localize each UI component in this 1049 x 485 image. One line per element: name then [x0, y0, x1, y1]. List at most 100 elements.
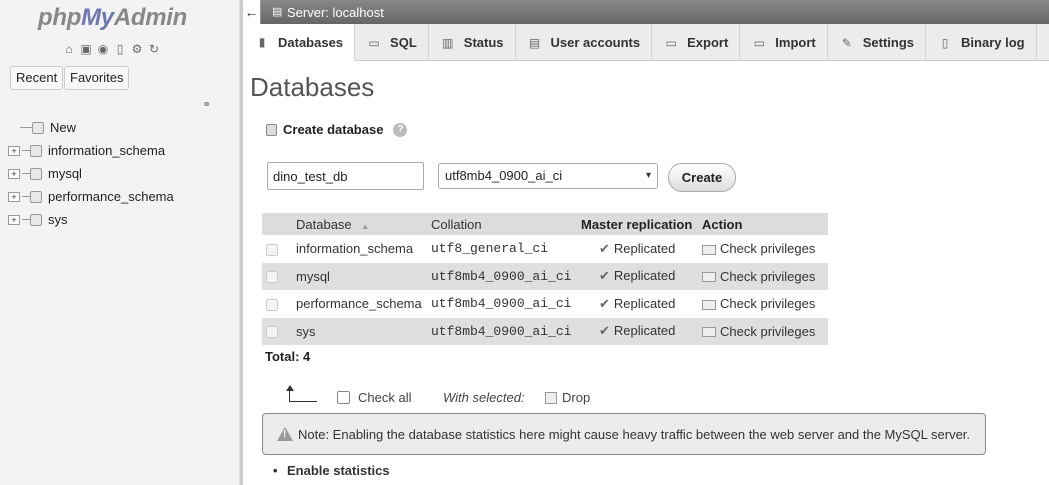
create-button[interactable]: Create: [668, 163, 736, 192]
check-icon: ✔: [599, 295, 610, 311]
tab-label: Status: [463, 35, 504, 50]
header-collation[interactable]: Collation: [427, 213, 577, 235]
collation-cell: utf8mb4_0900_ai_ci: [427, 262, 577, 290]
notice-text: Note: Enabling the database statistics h…: [298, 426, 971, 442]
check-privileges-link[interactable]: Check privileges: [698, 262, 828, 290]
expand-icon[interactable]: +: [8, 168, 20, 179]
favorites-button[interactable]: Favorites: [64, 66, 130, 90]
databases-icon: ▮: [258, 35, 266, 49]
tree-item-information-schema[interactable]: + information_schema: [8, 139, 174, 162]
export-icon: ▭: [665, 35, 677, 50]
tab-label: User accounts: [550, 35, 641, 50]
tree-item-sys[interactable]: + sys: [8, 208, 174, 231]
navigation-panel: phpMyAdmin ⌂ ▣ ◉ ▯ ⚙ ↻ Recent Favorites …: [0, 0, 240, 485]
collation-select[interactable]: utf8mb4_0900_ai_ci ▾: [438, 163, 658, 189]
database-name-link[interactable]: information_schema: [292, 235, 427, 263]
docs-icon[interactable]: ▯: [113, 42, 127, 56]
drop-button[interactable]: Drop: [545, 390, 590, 405]
check-privileges-link[interactable]: Check privileges: [698, 290, 828, 318]
database-icon: [266, 123, 277, 136]
database-icon: [30, 167, 42, 180]
link-icon[interactable]: ⚭: [202, 98, 211, 111]
replication-status: Replicated: [613, 268, 676, 284]
tab-status[interactable]: ▥ Status: [429, 24, 516, 61]
tab-export[interactable]: ▭ Export: [652, 24, 741, 61]
tree-branch: [22, 173, 30, 174]
replication-status: Replicated: [613, 240, 676, 256]
tab-sql[interactable]: ▭ SQL: [355, 24, 429, 61]
check-all-checkbox[interactable]: [337, 391, 350, 404]
database-icon: [30, 144, 42, 157]
reload-icon[interactable]: ↻: [147, 42, 161, 56]
tab-import[interactable]: ▭ Import: [740, 24, 828, 61]
replication-cell: ✔ Replicated: [577, 262, 698, 290]
replication-cell: ✔ Replicated: [577, 290, 698, 318]
databases-table: Database ▲ Collation Master replication …: [262, 213, 828, 345]
tab-binary-log[interactable]: ▯ Binary log: [926, 24, 1037, 61]
check-all-label[interactable]: Check all: [358, 390, 411, 405]
check-icon: ✔: [599, 240, 610, 256]
privileges-icon: [702, 327, 716, 338]
sort-asc-icon: ▲: [361, 221, 370, 231]
row-checkbox[interactable]: [266, 271, 278, 284]
header-action: Action: [698, 213, 828, 235]
home-icon[interactable]: ⌂: [62, 42, 76, 56]
breadcrumb-server[interactable]: Server: localhost: [287, 5, 384, 20]
query-window-icon[interactable]: ◉: [96, 42, 110, 56]
tree-branch: [22, 196, 30, 197]
help-icon[interactable]: ?: [393, 122, 408, 137]
privileges-icon: [702, 299, 716, 310]
tab-label: SQL: [390, 35, 417, 50]
database-tree: New + information_schema + mysql + perfo…: [8, 116, 174, 231]
database-name-link[interactable]: performance_schema: [292, 290, 427, 318]
tree-item-label: information_schema: [48, 143, 166, 158]
main-content: Databases Create database ? utf8mb4_0900…: [243, 62, 1049, 485]
row-checkbox[interactable]: [266, 326, 278, 339]
database-name-input[interactable]: [267, 162, 424, 190]
tree-item-performance-schema[interactable]: + performance_schema: [8, 185, 174, 208]
table-row: performance_schema utf8mb4_0900_ai_ci ✔ R…: [262, 290, 828, 318]
database-name-link[interactable]: sys: [292, 317, 427, 345]
tree-item-label: mysql: [48, 166, 82, 181]
tab-settings[interactable]: ✎ Settings: [828, 24, 927, 61]
statistics-notice: Note: Enabling the database statistics h…: [262, 413, 986, 455]
check-privileges-link[interactable]: Check privileges: [698, 235, 828, 263]
enable-statistics-link[interactable]: Enable statistics: [273, 463, 390, 478]
tab-label: Databases: [278, 34, 344, 50]
logout-icon[interactable]: ▣: [79, 42, 93, 56]
users-icon: ▤: [528, 35, 541, 50]
tab-databases[interactable]: ▮ Databases: [243, 24, 356, 61]
replication-cell: ✔ Replicated: [577, 317, 698, 345]
expand-icon[interactable]: +: [8, 214, 20, 225]
collapse-nav-icon[interactable]: ←: [243, 0, 261, 24]
tree-item-label: sys: [48, 212, 68, 227]
database-icon: [30, 213, 42, 226]
check-privileges-label: Check privileges: [720, 241, 816, 257]
expand-icon[interactable]: +: [8, 145, 20, 156]
nav-quick-icons: ⌂ ▣ ◉ ▯ ⚙ ↻: [62, 42, 161, 56]
table-row: information_schema utf8_general_ci ✔ Repl…: [262, 235, 828, 263]
tree-item-mysql[interactable]: + mysql: [8, 162, 174, 185]
row-checkbox[interactable]: [266, 243, 278, 256]
drop-icon: [545, 391, 557, 404]
tab-user-accounts[interactable]: ▤ User accounts: [516, 24, 653, 61]
replication-status: Replicated: [613, 295, 676, 311]
row-checkbox[interactable]: [266, 298, 278, 311]
tree-branch: [22, 150, 30, 151]
tree-item-new[interactable]: New: [8, 116, 174, 139]
database-icon: [30, 190, 42, 203]
replication-cell: ✔ Replicated: [577, 235, 698, 263]
warning-icon: [277, 427, 293, 441]
tree-item-label: New: [50, 120, 77, 135]
tab-label: Binary log: [961, 35, 1025, 50]
recent-button[interactable]: Recent: [10, 66, 64, 90]
new-database-icon: [32, 121, 44, 134]
check-privileges-link[interactable]: Check privileges: [698, 317, 828, 345]
gear-icon[interactable]: ⚙: [130, 42, 144, 56]
header-database[interactable]: Database ▲: [292, 213, 427, 235]
sql-icon: ▭: [368, 35, 380, 50]
database-name-link[interactable]: mysql: [292, 262, 427, 290]
expand-icon[interactable]: +: [8, 191, 20, 202]
phpmyadmin-logo[interactable]: phpMyAdmin: [38, 4, 187, 32]
collation-selected-value: utf8mb4_0900_ai_ci: [445, 168, 563, 183]
